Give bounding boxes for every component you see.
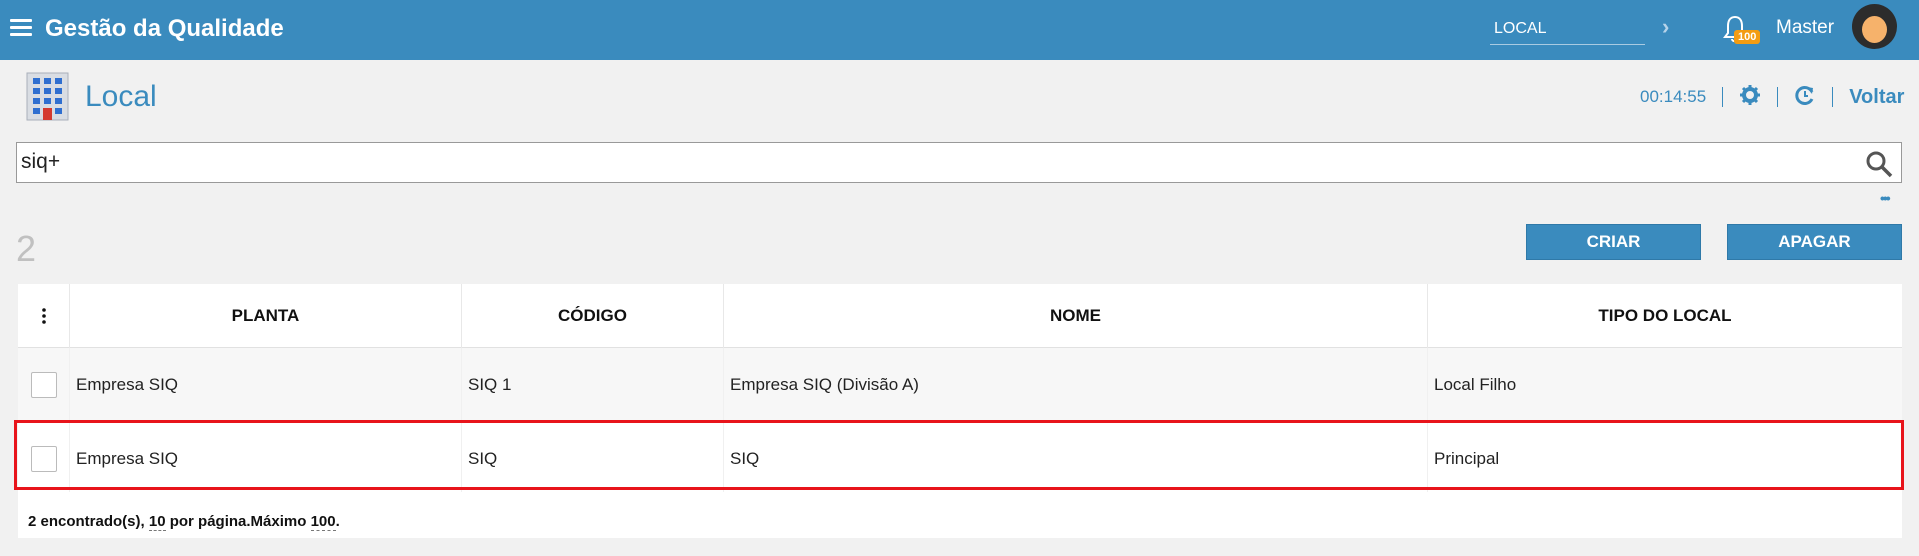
topbar: Gestão da Qualidade LOCAL › 100 Master — [0, 0, 1919, 60]
max-value[interactable]: 100 — [310, 513, 336, 531]
user-name[interactable]: Master — [1776, 17, 1834, 39]
divider — [1777, 87, 1779, 107]
row-checkbox[interactable] — [30, 371, 57, 398]
avatar[interactable] — [1852, 4, 1897, 49]
header-tools: 00:14:55 Voltar — [1640, 84, 1904, 110]
search-input[interactable] — [21, 149, 1841, 175]
search-box — [16, 142, 1902, 183]
refresh-icon[interactable] — [1794, 84, 1816, 111]
cell-nome: Empresa SIQ (Divisão A) — [724, 347, 1428, 422]
column-header-planta[interactable]: PLANTA — [70, 284, 462, 348]
results-table: PLANTA CÓDIGO NOME TIPO DO LOCAL Empresa… — [18, 284, 1902, 496]
divider — [1722, 87, 1724, 107]
search-icon[interactable] — [1865, 150, 1893, 178]
cell-codigo: SIQ — [462, 421, 724, 496]
table-row[interactable]: Empresa SIQ SIQ 1 Empresa SIQ (Divisão A… — [18, 347, 1902, 422]
found-text: 2 encontrado(s), — [28, 513, 149, 530]
per-page-value[interactable]: 10 — [148, 513, 166, 531]
back-button[interactable]: Voltar — [1849, 86, 1904, 109]
more-options-icon[interactable]: ••• — [1880, 190, 1891, 206]
cell-planta: Empresa SIQ — [70, 421, 462, 496]
table-row[interactable]: Empresa SIQ SIQ SIQ Principal — [18, 421, 1902, 496]
result-count: 2 — [16, 228, 37, 269]
table-header: PLANTA CÓDIGO NOME TIPO DO LOCAL — [18, 284, 1902, 348]
column-header-nome[interactable]: NOME — [724, 284, 1428, 348]
create-button[interactable]: CRIAR — [1526, 224, 1701, 260]
row-checkbox-cell — [18, 421, 70, 496]
menu-icon[interactable] — [10, 19, 32, 37]
cell-tipo: Local Filho — [1434, 374, 1517, 394]
pagination-footer: 2 encontrado(s), 10 por página.Máximo 10… — [18, 492, 1902, 538]
gear-icon[interactable] — [1739, 84, 1761, 111]
row-checkbox-cell — [18, 347, 70, 422]
column-menu-icon[interactable] — [18, 284, 70, 348]
cell-planta: Empresa SIQ — [70, 347, 462, 422]
cell-nome: SIQ — [724, 421, 1428, 496]
footer-end: . — [335, 513, 340, 530]
per-page-text: por página.Máximo — [165, 513, 311, 530]
cell-tipo: Principal — [1434, 448, 1500, 468]
delete-button[interactable]: APAGAR — [1727, 224, 1902, 260]
building-icon — [24, 70, 71, 122]
local-selector[interactable]: LOCAL — [1490, 12, 1645, 45]
column-header-tipo[interactable]: TIPO DO LOCAL — [1428, 284, 1902, 348]
cell-codigo: SIQ 1 — [462, 347, 724, 422]
chevron-right-icon[interactable]: › — [1662, 14, 1669, 40]
divider — [1832, 87, 1834, 107]
column-header-codigo[interactable]: CÓDIGO — [462, 284, 724, 348]
page: Gestão da Qualidade LOCAL › 100 Master L… — [0, 0, 1919, 556]
row-checkbox[interactable] — [30, 445, 57, 472]
app-title[interactable]: Gestão da Qualidade — [45, 15, 284, 43]
session-timer: 00:14:55 — [1640, 87, 1707, 106]
notification-badge: 100 — [1734, 30, 1761, 44]
page-title: Local — [85, 80, 157, 113]
